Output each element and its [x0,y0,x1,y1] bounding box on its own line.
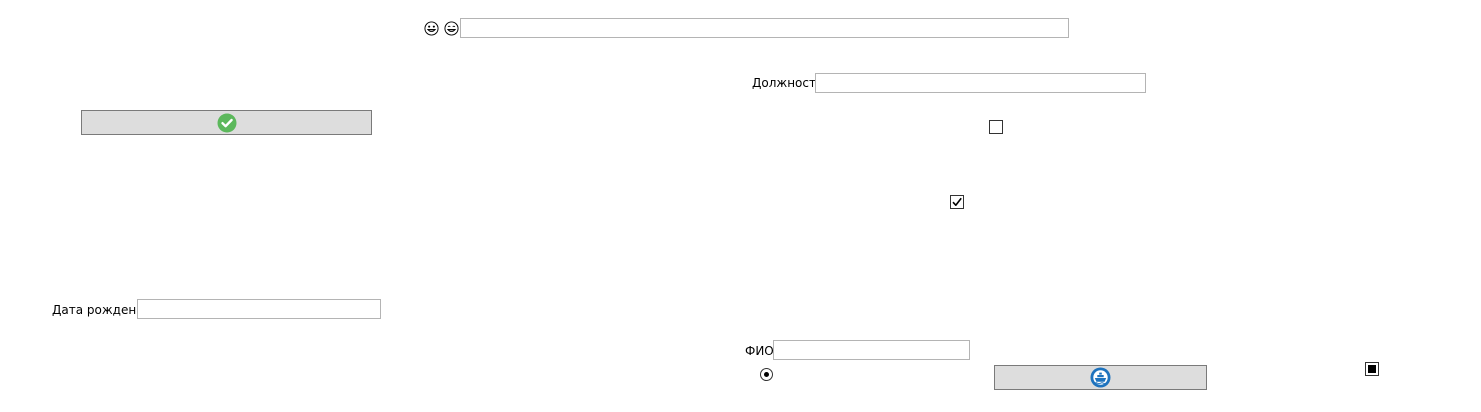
checkmark-circle-icon [217,113,236,132]
indeterminate-checkbox[interactable] [1365,362,1379,376]
radio-button[interactable] [760,368,773,381]
confirm-button[interactable] [81,110,372,135]
indeterminate-fill [1368,365,1376,373]
checkbox-unchecked[interactable] [989,120,1003,134]
ship-button[interactable] [994,365,1207,390]
birthdate-input[interactable] [137,299,381,319]
name-label: ФИО [745,344,774,358]
ship-circle-icon [1090,367,1111,388]
position-input[interactable] [815,73,1146,93]
position-label: Должность [752,76,824,90]
radio-dot [764,372,769,377]
checkmark-icon [952,197,962,206]
emoji-smile-icon [444,21,459,36]
checkbox-checked[interactable] [950,195,964,209]
name-input[interactable] [773,340,970,360]
top-text-input[interactable] [460,18,1069,38]
emoji-grin-icon [424,21,439,36]
